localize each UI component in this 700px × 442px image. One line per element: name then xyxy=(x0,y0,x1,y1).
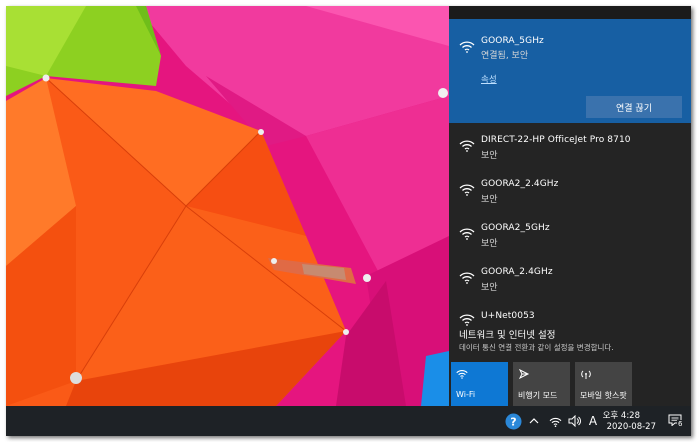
notification-icon: 6 xyxy=(668,414,684,428)
mobile-hotspot-label: 모바일 핫스팟 xyxy=(580,391,627,400)
network-item-direct-hp[interactable]: DIRECT-22-HP OfficeJet Pro 8710 보안 xyxy=(449,123,691,165)
help-icon[interactable]: ? xyxy=(502,406,524,436)
network-item-goora2-24ghz[interactable]: GOORA2_2.4GHz 보안 xyxy=(449,167,691,209)
taskbar: ? A 오후 4:28 2020-08-27 6 xyxy=(6,406,691,436)
network-status: 보안 xyxy=(481,195,498,205)
connected-network-status: 연결됨, 보안 xyxy=(481,51,529,61)
network-tray-icon[interactable] xyxy=(546,406,564,436)
hotspot-icon xyxy=(580,368,592,382)
connected-network-panel[interactable]: GOORA_5GHz 연결됨, 보안 속성 연결 끊기 xyxy=(449,19,691,123)
connected-network-name: GOORA_5GHz xyxy=(481,36,544,46)
network-name: GOORA2_2.4GHz xyxy=(481,179,559,189)
wifi-signal-icon xyxy=(459,270,475,284)
network-item-unet0053[interactable]: U+Net0053 xyxy=(449,299,691,326)
airplane-mode-label: 비행기 모드 xyxy=(518,391,558,400)
airplane-icon xyxy=(518,368,530,382)
clock-time: 오후 4:28 xyxy=(602,411,640,421)
network-flyout: GOORA_5GHz 연결됨, 보안 속성 연결 끊기 DIRECT-22-HP… xyxy=(449,6,691,406)
network-item-goora2-5ghz[interactable]: GOORA2_5GHz 보안 xyxy=(449,211,691,253)
wifi-signal-icon xyxy=(459,39,475,53)
wifi-signal-icon xyxy=(459,182,475,196)
svg-text:?: ? xyxy=(510,415,516,428)
network-status: 보안 xyxy=(481,151,498,161)
network-name: GOORA2_5GHz xyxy=(481,223,550,233)
network-settings-link[interactable]: 네트워크 및 인터넷 설정 xyxy=(459,327,555,341)
network-status: 보안 xyxy=(481,283,498,293)
wifi-signal-icon xyxy=(459,138,475,152)
taskbar-clock[interactable]: 오후 4:28 2020-08-27 xyxy=(598,408,662,434)
volume-icon[interactable] xyxy=(565,406,583,436)
network-item-goora-24ghz[interactable]: GOORA_2.4GHz 보안 xyxy=(449,255,691,297)
network-status: 보안 xyxy=(481,239,498,249)
network-name: GOORA_2.4GHz xyxy=(481,267,553,277)
mobile-hotspot-tile[interactable]: 모바일 핫스팟 xyxy=(575,362,632,406)
airplane-mode-tile[interactable]: 비행기 모드 xyxy=(513,362,570,406)
wifi-tile-label: Wi-Fi xyxy=(456,390,476,399)
disconnect-button[interactable]: 연결 끊기 xyxy=(586,96,682,118)
network-settings-description: 데이터 통신 연결 전환과 같이 설정을 변경합니다. xyxy=(459,343,614,352)
notification-center-button[interactable]: 6 xyxy=(665,406,687,436)
wifi-toggle-tile[interactable]: Wi-Fi xyxy=(451,362,508,406)
screen-frame: GOORA_5GHz 연결됨, 보안 속성 연결 끊기 DIRECT-22-HP… xyxy=(6,6,691,436)
wifi-signal-icon xyxy=(459,226,475,240)
clock-date: 2020-08-27 xyxy=(606,422,656,432)
wifi-signal-icon xyxy=(459,312,475,326)
notification-count-badge: 6 xyxy=(677,420,684,428)
network-name: DIRECT-22-HP OfficeJet Pro 8710 xyxy=(481,135,631,145)
network-name: U+Net0053 xyxy=(481,311,535,321)
show-hidden-icons-chevron-icon[interactable] xyxy=(525,406,543,436)
wifi-icon xyxy=(456,368,468,381)
flyout-top-edge xyxy=(449,6,691,19)
properties-link[interactable]: 속성 xyxy=(481,73,497,85)
